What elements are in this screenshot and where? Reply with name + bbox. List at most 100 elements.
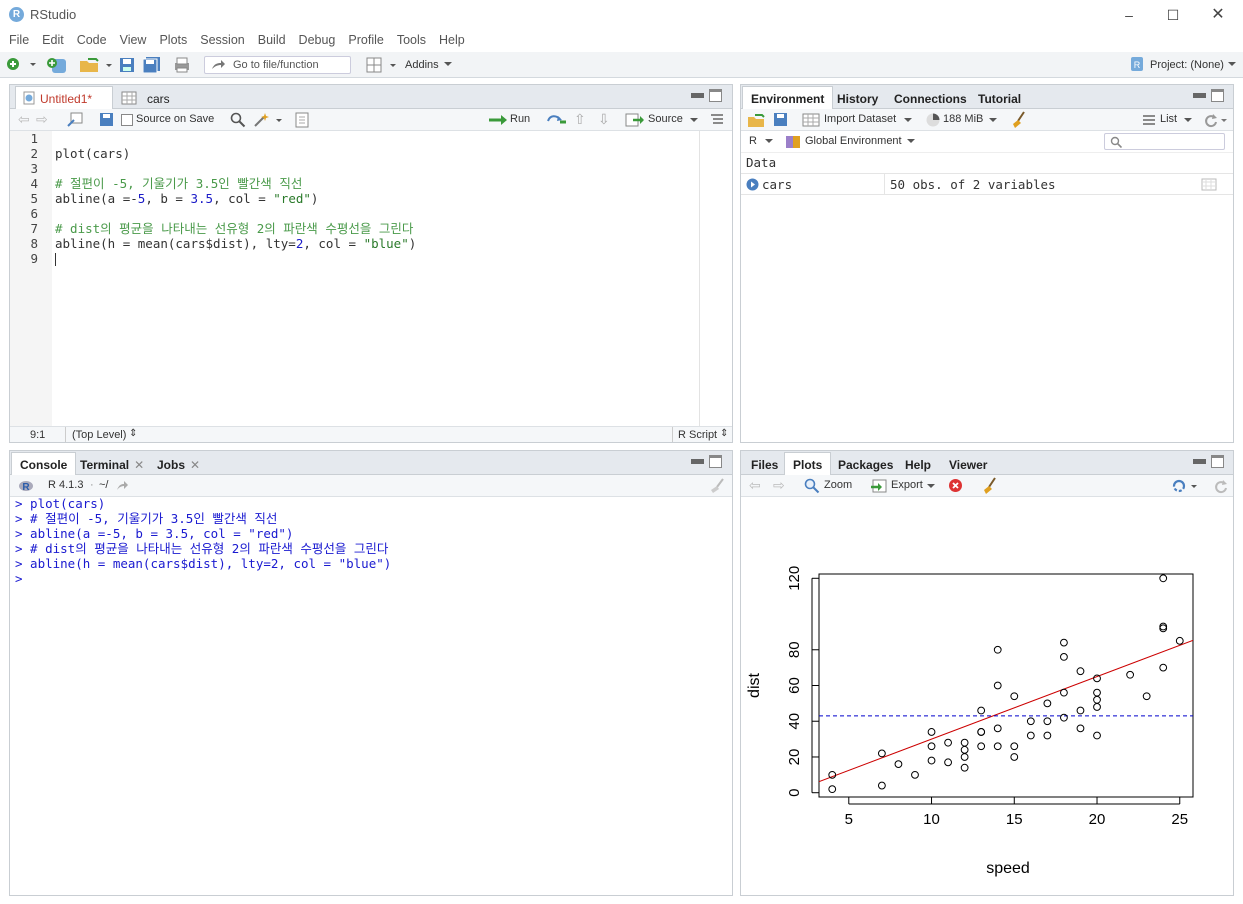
project-caret-icon[interactable] [1228, 62, 1236, 68]
maximize-pane-icon[interactable] [709, 89, 722, 102]
export-caret-icon[interactable] [927, 484, 935, 490]
code-lines[interactable]: plot(cars) # 절편이 -5, 기울기가 3.5인 빨간색 직선 abli… [55, 131, 416, 266]
tab-help[interactable]: Help [896, 452, 940, 475]
addins-caret-icon[interactable] [444, 62, 452, 68]
file-type-menu[interactable]: R Script [678, 429, 717, 441]
menu-view[interactable]: View [114, 30, 153, 50]
tab-viewer[interactable]: Viewer [940, 452, 996, 475]
tab-files[interactable]: Files [742, 452, 787, 475]
load-workspace-icon[interactable] [747, 112, 765, 128]
minimize-icon[interactable]: – [1107, 4, 1151, 26]
import-dataset-button[interactable]: Import Dataset [824, 113, 896, 125]
menu-build[interactable]: Build [252, 30, 292, 50]
scope-caret-icon[interactable] [907, 139, 915, 145]
list-caret-icon[interactable] [1184, 118, 1192, 124]
source-file-icon[interactable] [625, 112, 645, 128]
addins-menu[interactable]: Addins [405, 59, 439, 71]
minimize-pane-icon[interactable] [691, 459, 704, 464]
memory-usage-icon[interactable] [925, 112, 941, 128]
menu-tools[interactable]: Tools [391, 30, 432, 50]
export-icon[interactable] [870, 478, 888, 494]
code-line[interactable] [55, 251, 416, 266]
menu-session[interactable]: Session [194, 30, 250, 50]
code-line[interactable]: abline(a =-5, b = 3.5, col = "red") [55, 191, 416, 206]
run-button[interactable]: Run [510, 113, 530, 125]
menu-help[interactable]: Help [433, 30, 471, 50]
code-line[interactable] [55, 131, 416, 146]
list-view-menu[interactable]: List [1160, 113, 1177, 125]
project-icon[interactable]: R [1129, 56, 1145, 72]
tab-close-icon[interactable]: ✕ [134, 458, 144, 472]
list-view-icon[interactable] [1142, 114, 1156, 126]
view-table-icon[interactable] [1201, 178, 1217, 191]
tab-jobs[interactable]: Jobs ✕ [148, 452, 204, 475]
pane-layout-icon[interactable] [366, 57, 398, 73]
code-line[interactable] [55, 161, 416, 176]
maximize-pane-icon[interactable] [709, 455, 722, 468]
maximize-pane-icon[interactable] [1211, 89, 1224, 102]
code-line[interactable]: # dist의 평균을 나타내는 선유형 2의 파란색 수평선을 그린다 [55, 221, 416, 236]
source-on-save-checkbox[interactable] [121, 114, 133, 126]
code-editor[interactable]: 1 2 3 4 5 6 7 8 9 plot(cars) # 절편이 -5, 기울… [10, 131, 732, 426]
zoom-icon[interactable] [804, 478, 820, 494]
tab-close-icon[interactable]: ✕ [190, 458, 200, 472]
tab-plots[interactable]: Plots [784, 452, 832, 475]
new-file-icon[interactable] [6, 57, 36, 73]
tab-console[interactable]: Console [11, 452, 77, 475]
next-plot-icon[interactable]: ⇨ [773, 477, 785, 494]
save-workspace-icon[interactable] [773, 112, 788, 127]
environment-row[interactable]: cars 50 obs. of 2 variables [741, 173, 1233, 195]
zoom-button[interactable]: Zoom [824, 479, 852, 491]
environment-search-input[interactable] [1104, 133, 1225, 150]
expand-arrow-icon[interactable] [746, 178, 759, 191]
minimize-pane-icon[interactable] [1193, 93, 1206, 98]
remove-plot-icon[interactable] [948, 478, 963, 493]
save-icon[interactable] [99, 112, 114, 127]
clear-plots-broom-icon[interactable] [981, 477, 999, 495]
tab-connections[interactable]: Connections [885, 86, 976, 109]
source-button[interactable]: Source [648, 113, 683, 125]
go-down-icon[interactable]: ⇩ [598, 111, 610, 128]
menu-debug[interactable]: Debug [293, 30, 342, 50]
menu-profile[interactable]: Profile [342, 30, 389, 50]
rerun-icon[interactable] [546, 112, 570, 128]
save-icon[interactable] [119, 57, 135, 73]
code-line[interactable]: abline(h = mean(cars$dist), lty=2, col =… [55, 236, 416, 251]
working-directory[interactable]: ~/ [99, 479, 108, 491]
save-all-icon[interactable] [143, 57, 161, 73]
menu-plots[interactable]: Plots [153, 30, 193, 50]
source-caret-icon[interactable] [690, 118, 698, 124]
go-up-icon[interactable]: ⇧ [574, 111, 586, 128]
go-to-directory-icon[interactable] [116, 480, 128, 492]
language-menu[interactable]: R [749, 135, 757, 147]
menu-code[interactable]: Code [71, 30, 113, 50]
import-dataset-icon[interactable] [802, 112, 822, 128]
console-output[interactable]: > plot(cars) > # 절편이 -5, 기울기가 3.5인 빨간색 직… [15, 496, 729, 891]
minimize-pane-icon[interactable] [1193, 459, 1206, 464]
menu-file[interactable]: File [3, 30, 35, 50]
import-caret-icon[interactable] [904, 118, 912, 124]
clear-workspace-broom-icon[interactable] [1010, 111, 1028, 129]
scope-selector[interactable]: Global Environment [805, 135, 902, 147]
menu-edit[interactable]: Edit [36, 30, 70, 50]
global-environment-icon[interactable] [785, 134, 801, 150]
show-in-window-icon[interactable] [67, 112, 83, 128]
refresh-icon[interactable] [1213, 478, 1229, 494]
compile-report-icon[interactable] [295, 112, 309, 128]
goto-file-input[interactable]: Go to file/function [204, 56, 351, 74]
tab-environment[interactable]: Environment [742, 86, 834, 109]
project-menu[interactable]: Project: (None) [1150, 59, 1224, 71]
tab-packages[interactable]: Packages [829, 452, 902, 475]
minimize-pane-icon[interactable] [691, 93, 704, 98]
document-outline-icon[interactable] [710, 113, 724, 127]
memory-usage[interactable]: 188 MiB [943, 113, 983, 125]
refresh-icon[interactable] [1203, 112, 1229, 128]
memory-caret-icon[interactable] [989, 118, 997, 124]
tab-history[interactable]: History [828, 86, 887, 109]
tab-untitled1[interactable]: Untitled1* ✕ [15, 86, 113, 120]
code-line[interactable]: plot(cars) [55, 146, 416, 161]
console-prompt[interactable]: > [15, 571, 729, 586]
tab-terminal[interactable]: Terminal ✕ [71, 452, 144, 475]
search-icon[interactable] [230, 112, 246, 128]
code-line[interactable] [55, 206, 416, 221]
